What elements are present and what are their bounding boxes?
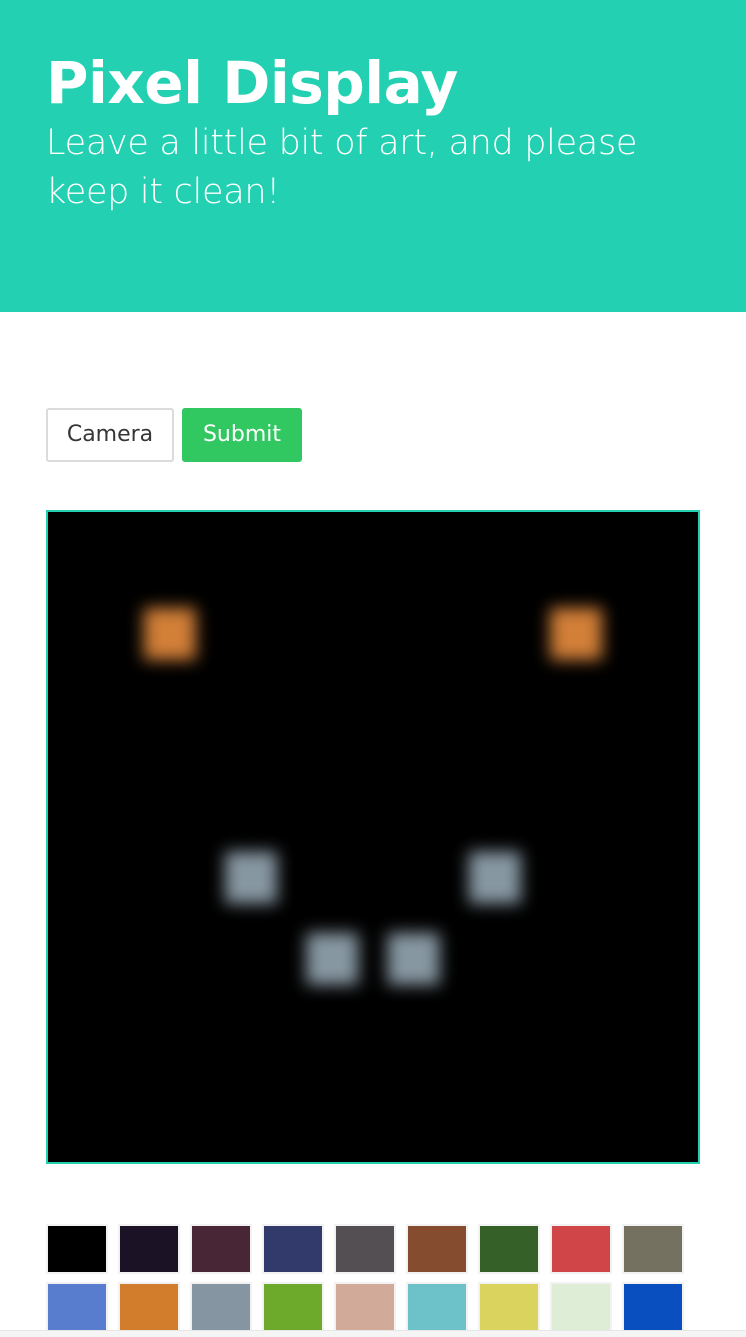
color-swatch[interactable] xyxy=(118,1282,180,1332)
pixel-cell[interactable] xyxy=(306,932,359,985)
page-subtitle: Leave a little bit of art, and please ke… xyxy=(46,123,638,212)
page-title: Pixel Display xyxy=(46,49,458,117)
pixel-cell[interactable] xyxy=(387,932,440,985)
submit-button[interactable]: Submit xyxy=(182,408,302,462)
pixel-cell[interactable] xyxy=(550,607,603,660)
color-swatch[interactable] xyxy=(118,1224,180,1274)
pixel-cell[interactable] xyxy=(225,851,278,904)
color-swatch[interactable] xyxy=(334,1282,396,1332)
pixel-canvas[interactable] xyxy=(46,510,700,1164)
color-swatch[interactable] xyxy=(406,1282,468,1332)
color-swatch[interactable] xyxy=(334,1224,396,1274)
color-swatch[interactable] xyxy=(550,1224,612,1274)
color-swatch[interactable] xyxy=(46,1224,108,1274)
hero-banner: Pixel Display Leave a little bit of art,… xyxy=(0,0,746,312)
color-swatch[interactable] xyxy=(262,1282,324,1332)
pixel-cell[interactable] xyxy=(468,851,521,904)
color-swatch[interactable] xyxy=(46,1282,108,1332)
pixel-cell[interactable] xyxy=(143,607,196,660)
color-swatch[interactable] xyxy=(190,1282,252,1332)
color-swatch[interactable] xyxy=(262,1224,324,1274)
pixel-grid[interactable] xyxy=(48,512,698,1162)
color-swatch[interactable] xyxy=(478,1282,540,1332)
camera-button[interactable]: Camera xyxy=(46,408,174,462)
color-swatch[interactable] xyxy=(406,1224,468,1274)
color-swatch[interactable] xyxy=(190,1224,252,1274)
color-swatch[interactable] xyxy=(622,1282,684,1332)
color-swatch[interactable] xyxy=(478,1224,540,1274)
color-swatch[interactable] xyxy=(550,1282,612,1332)
color-swatch[interactable] xyxy=(622,1224,684,1274)
